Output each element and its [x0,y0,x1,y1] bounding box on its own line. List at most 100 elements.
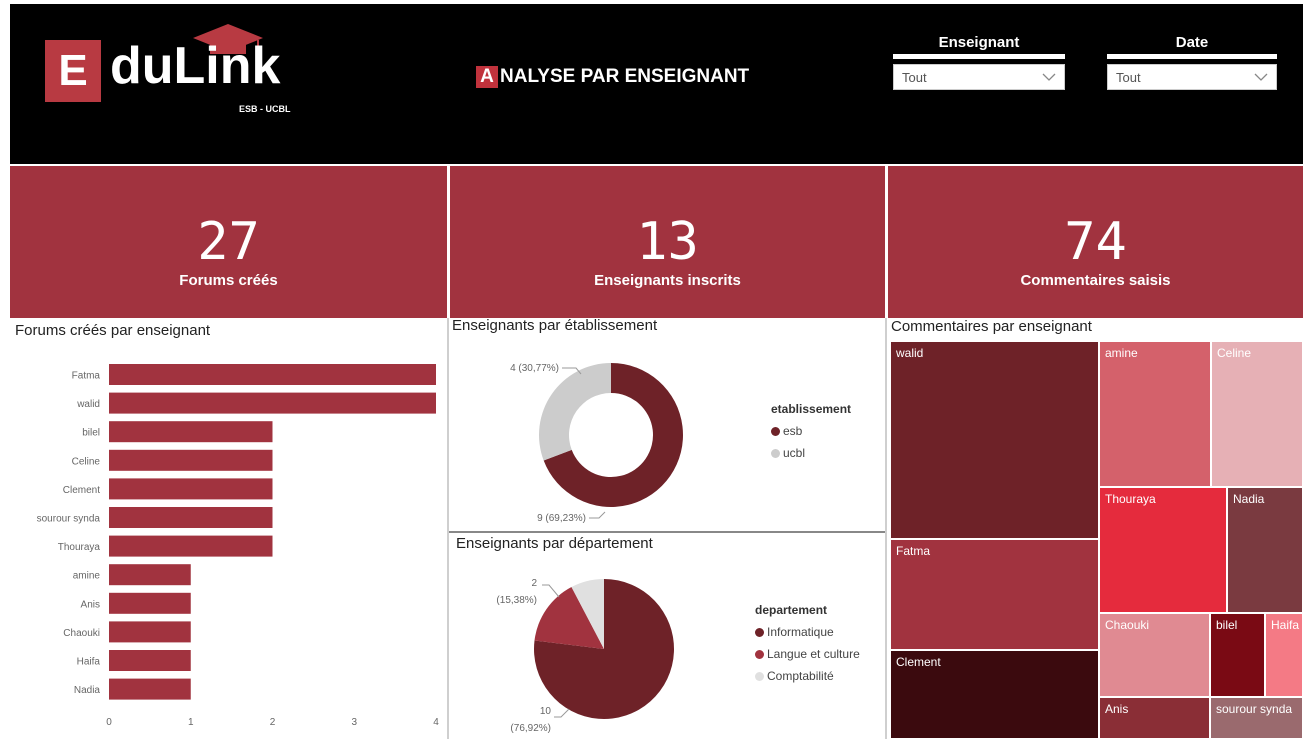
x-tick-label: 2 [270,717,276,728]
treemap-cell-label: Fatma [896,544,931,558]
donut-chart: 4 (30,77%) 9 (69,23%) [510,363,683,524]
bar-category-label: walid [76,399,100,410]
treemap-cell-label: Clement [896,655,941,669]
treemap-cell-label: amine [1105,346,1138,360]
legend-dot [755,671,764,681]
bar-category-label: Haifa [77,657,101,668]
slicer-date-value: Tout [1116,69,1141,85]
slicer-enseignant-value: Tout [902,69,927,85]
kpi-enseignants-value: 13 [636,212,699,272]
pie-chart: 2 (15,38%) 10 (76,92%) [496,578,674,734]
treemap-cell-label: Thouraya [1105,492,1156,506]
chevron-down-icon [1254,73,1268,81]
kpi-forums-value: 27 [197,212,260,272]
legend-etablissement: etablissement esb ucbl [771,402,851,460]
treemap-cell-amine[interactable]: amine [1099,341,1211,487]
donut-slice-ucbl [539,363,611,461]
legend-title: etablissement [771,402,852,416]
x-tick-label: 0 [106,717,112,728]
page-title: A NALYSE PAR ENSEIGNANT [476,64,749,90]
bar [109,392,436,414]
slicer-date: Date Tout [1107,34,1277,90]
legend-item-langue[interactable]: Langue et culture [755,647,860,661]
bar-category-label: Thouraya [58,542,101,553]
bar [109,650,191,671]
legend-item-label: Informatique [767,625,834,639]
kpi-forums: 27 Forums créés [10,166,447,318]
annotation-leader [554,708,570,718]
page-title-text: NALYSE PAR ENSEIGNANT [500,66,750,87]
legend-dot [755,649,764,659]
treemap-cell-label: walid [896,346,924,360]
annotation-leader [589,511,606,519]
bar [109,564,191,586]
panel-title-commentaires: Commentaires par enseignant [891,318,1092,335]
kpi-enseignants-label: Enseignants inscrits [594,272,741,289]
panel-title-forums: Forums créés par enseignant [15,322,211,339]
bar-category-label: sourour synda [37,514,101,525]
legend-item-ucbl[interactable]: ucbl [771,446,851,460]
kpi-commentaires-label: Commentaires saisis [1020,272,1171,289]
treemap-cell-nadia[interactable]: Nadia [1227,487,1303,613]
annotation-informatique-pct: (76,92%) [510,723,551,734]
treemap-cell-label: sourour synda [1216,702,1293,716]
annotation-informatique-count: 10 [540,706,552,717]
treemap-cell-fatma[interactable]: Fatma [890,539,1099,650]
slicer-enseignant-bar [893,54,1065,59]
slicer-date-bar [1107,54,1277,59]
legend-item-label: Comptabilité [767,669,834,683]
legend-title: departement [755,603,828,617]
bar-category-label: Clement [63,485,100,496]
bar [109,364,436,385]
x-tick-label: 1 [188,717,194,728]
page-title-initial: A [476,66,498,88]
bar [109,592,191,614]
legend-item-esb[interactable]: esb [771,424,851,438]
treemap-cell-sourour-synda[interactable]: sourour synda [1210,697,1303,739]
annotation-esb: 9 (69,23%) [537,513,586,524]
logo-text: duLink [110,37,281,95]
slicer-date-dropdown[interactable]: Tout [1107,64,1277,90]
treemap-cell-walid[interactable]: walid [890,341,1099,539]
legend-dot [771,448,780,458]
kpi-commentaires: 74 Commentaires saisis [888,166,1303,318]
treemap-cell-bilel[interactable]: bilel [1210,613,1265,697]
treemap-chart: walid amine Celine Fatma Thouraya Nadia Clemen… [890,341,1303,739]
slicer-enseignant-dropdown[interactable]: Tout [893,64,1065,90]
logo-subtitle: ESB - UCBL [239,104,291,114]
kpi-forums-label: Forums créés [179,272,278,289]
treemap-cell-label: Chaouki [1105,618,1150,632]
divider [885,318,887,739]
treemap-cell-thouraya[interactable]: Thouraya [1099,487,1227,613]
divider [449,531,885,533]
chevron-down-icon [1042,73,1056,81]
slicer-enseignant: Enseignant Tout [893,34,1065,90]
bar-category-label: Nadia [74,685,101,696]
logo-letter: E [45,40,101,102]
legend-item-informatique[interactable]: Informatique [755,625,860,639]
treemap-cell-label: Haifa [1271,618,1300,632]
x-tick-label: 3 [351,717,357,728]
legend-item-comptabilite[interactable]: Comptabilité [755,669,860,683]
bar-category-label: amine [73,571,101,582]
slicer-date-label: Date [1175,34,1209,51]
treemap-cell-label: bilel [1216,618,1238,632]
x-tick-label: 4 [433,717,439,728]
legend-dot [771,426,780,436]
treemap-cell-celine[interactable]: Celine [1211,341,1303,487]
legend-item-label: Langue et culture [767,647,860,661]
legend-item-label: ucbl [783,446,806,460]
legend-item-label: esb [783,424,803,438]
treemap-cell-chaouki[interactable]: Chaouki [1099,613,1210,697]
treemap-cell-clement[interactable]: Clement [890,650,1099,739]
slicer-enseignant-label: Enseignant [938,34,1020,51]
kpi-commentaires-value: 74 [1064,212,1127,272]
bar-category-label: bilel [82,428,100,439]
annotation-leader [542,584,560,598]
treemap-cell-haifa[interactable]: Haifa [1265,613,1303,697]
bar [109,621,191,643]
bar [109,678,191,700]
treemap-cell-label: Anis [1105,702,1129,716]
treemap-cell-anis[interactable]: Anis [1099,697,1210,739]
annotation-langue-count: 2 [531,578,537,589]
